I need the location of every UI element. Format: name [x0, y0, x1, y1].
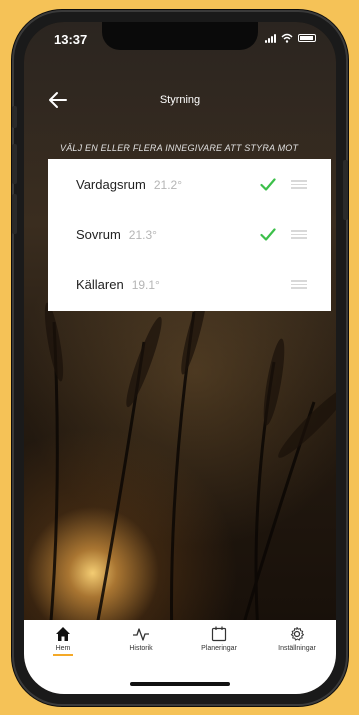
tab-historik[interactable]: Historik [102, 626, 180, 670]
tab-bar: Hem Historik Planeringar Inställningar [24, 620, 336, 694]
home-indicator[interactable] [130, 682, 230, 686]
app-screen: 13:37 Styrning VÄLJ EN ELLER FLERA INNEG… [24, 22, 336, 694]
check-icon [260, 178, 276, 191]
tab-label: Inställningar [278, 645, 316, 652]
sensor-row-kallaren[interactable]: Källaren 19.1° [48, 259, 331, 309]
sensor-name: Källaren [76, 277, 124, 292]
volume-up-button [12, 144, 17, 184]
sensor-row-sovrum[interactable]: Sovrum 21.3° [48, 209, 331, 259]
drag-handle-icon[interactable] [291, 180, 307, 189]
tab-label: Historik [129, 645, 153, 652]
background-photo [24, 22, 336, 694]
sensor-name: Sovrum [76, 227, 121, 242]
page-title: Styrning [159, 94, 201, 106]
home-icon [56, 627, 70, 641]
tab-home[interactable]: Hem [24, 626, 102, 670]
sensor-temp: 21.3° [128, 228, 157, 242]
check-icon [260, 228, 276, 241]
drag-handle-icon[interactable] [291, 230, 307, 239]
status-time: 13:37 [54, 32, 88, 47]
tab-label: Planeringar [201, 645, 237, 652]
instruction-text: VÄLJ EN ELLER FLERA INNEGIVARE ATT STYRA… [60, 143, 299, 153]
notch [102, 22, 258, 50]
power-button [343, 160, 348, 220]
status-icons [265, 33, 316, 43]
drag-handle-icon[interactable] [291, 280, 307, 289]
battery-icon [298, 34, 316, 42]
sensor-temp: 21.2° [153, 178, 182, 192]
sensor-name: Vardagsrum [76, 177, 146, 192]
sensor-row-vardagsrum[interactable]: Vardagsrum 21.2° [48, 159, 331, 209]
calendar-icon [211, 626, 227, 642]
volume-down-button [12, 194, 17, 234]
tab-planeringar[interactable]: Planeringar [180, 626, 258, 670]
phone-frame: 13:37 Styrning VÄLJ EN ELLER FLERA INNEG… [12, 10, 348, 706]
app-header: Styrning [24, 80, 336, 120]
activity-icon [133, 628, 149, 641]
active-tab-indicator [53, 654, 73, 656]
gear-icon [290, 627, 304, 641]
tab-installningar[interactable]: Inställningar [258, 626, 336, 670]
sensor-temp: 19.1° [131, 278, 160, 292]
sensor-list: Vardagsrum 21.2° Sovrum 21.3° Källaren 19 [48, 159, 331, 311]
wheat-silhouette [42, 289, 336, 694]
signal-icon [265, 33, 276, 43]
tab-label: Hem [55, 645, 71, 652]
wifi-icon [281, 33, 293, 43]
silent-switch [12, 106, 17, 128]
